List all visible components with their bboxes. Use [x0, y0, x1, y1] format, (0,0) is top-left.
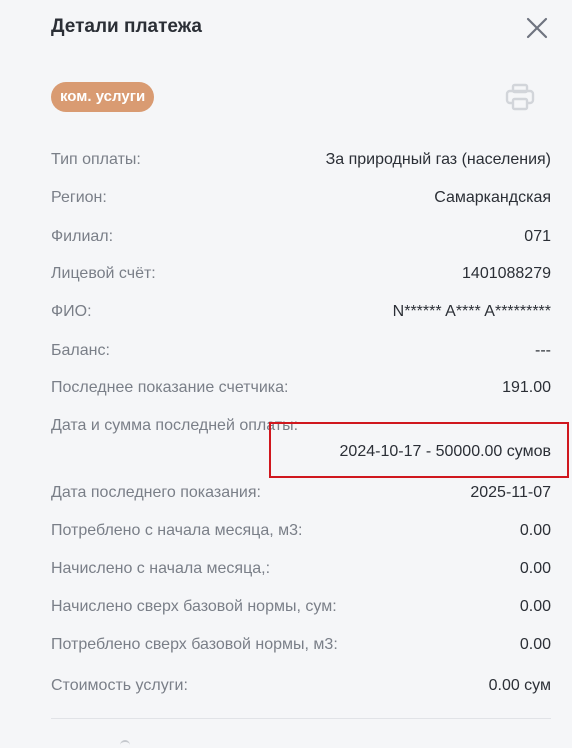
- detail-value: 0.00: [519, 522, 551, 539]
- detail-label: ФИО:: [51, 303, 92, 320]
- page-title: Детали платежа: [51, 16, 202, 37]
- detail-row-full-name: ФИО: N****** A**** A*********: [51, 300, 551, 324]
- detail-row-consumed-month: Потреблено с начала месяца, м3: 0.00: [51, 519, 551, 543]
- detail-row-charged-month: Начислено с начала месяца,: 0.00: [51, 557, 551, 581]
- detail-row-service-cost: Стоимость услуги: 0.00 сум: [51, 674, 551, 698]
- detail-label: Потреблено сверх базовой нормы, м3:: [51, 636, 338, 653]
- highlight-box: [269, 422, 569, 478]
- detail-row-charged-over-norm: Начислено сверх базовой нормы, сум: 0.00: [51, 595, 551, 619]
- detail-row-account: Лицевой счёт: 1401088279: [51, 262, 551, 286]
- detail-value: 0.00 сум: [488, 677, 551, 694]
- detail-value: 071: [524, 228, 551, 245]
- detail-value: За природный газ (населения): [325, 151, 551, 168]
- detail-value: 0.00: [519, 636, 551, 653]
- close-icon: [526, 17, 548, 39]
- close-button[interactable]: [524, 15, 550, 41]
- detail-value: 2025-11-07: [470, 484, 551, 501]
- detail-row-region: Регион: Самаркандская: [51, 186, 551, 210]
- detail-label: Лицевой счёт:: [51, 265, 156, 282]
- detail-label: Баланс:: [51, 342, 110, 359]
- payment-details-panel: Детали платежа ком. услуги Тип оплаты: З…: [0, 0, 572, 746]
- detail-value: 191.00: [502, 379, 551, 396]
- detail-row-last-meter-reading: Последнее показание счетчика: 191.00: [51, 376, 551, 400]
- detail-label: Тип оплаты:: [51, 151, 141, 168]
- detail-row-balance: Баланс: ---: [51, 339, 551, 363]
- detail-value: Самаркандская: [434, 189, 551, 206]
- detail-label: Потреблено с начала месяца, м3:: [51, 522, 303, 539]
- detail-row-branch: Филиал: 071: [51, 225, 551, 249]
- detail-label: Регион:: [51, 189, 107, 206]
- detail-value: 0.00: [519, 598, 551, 615]
- detail-label: Стоимость услуги:: [51, 677, 188, 694]
- detail-value: 1401088279: [462, 265, 551, 282]
- divider: [51, 718, 551, 719]
- detail-row-payment-type: Тип оплаты: За природный газ (населения): [51, 148, 551, 172]
- detail-label: Начислено сверх базовой нормы, сум:: [51, 598, 337, 615]
- detail-value: N****** A**** A*********: [392, 303, 551, 320]
- printer-icon: [505, 83, 535, 111]
- detail-label: Филиал:: [51, 228, 114, 245]
- detail-label: Дата и сумма последней оплаты:: [51, 417, 299, 434]
- detail-row-last-reading-date: Дата последнего показания: 2025-11-07: [51, 481, 551, 505]
- detail-value: ---: [535, 342, 551, 359]
- bottom-partial-element: [120, 740, 130, 748]
- detail-label: Начислено с начала месяца,:: [51, 560, 271, 577]
- detail-label: Дата последнего показания:: [51, 484, 261, 501]
- detail-row-consumed-over-norm: Потреблено сверх базовой нормы, м3: 0.00: [51, 633, 551, 657]
- print-button[interactable]: [504, 82, 536, 112]
- detail-label: Последнее показание счетчика:: [51, 379, 289, 396]
- detail-value: 0.00: [519, 560, 551, 577]
- category-badge: ком. услуги: [51, 82, 155, 112]
